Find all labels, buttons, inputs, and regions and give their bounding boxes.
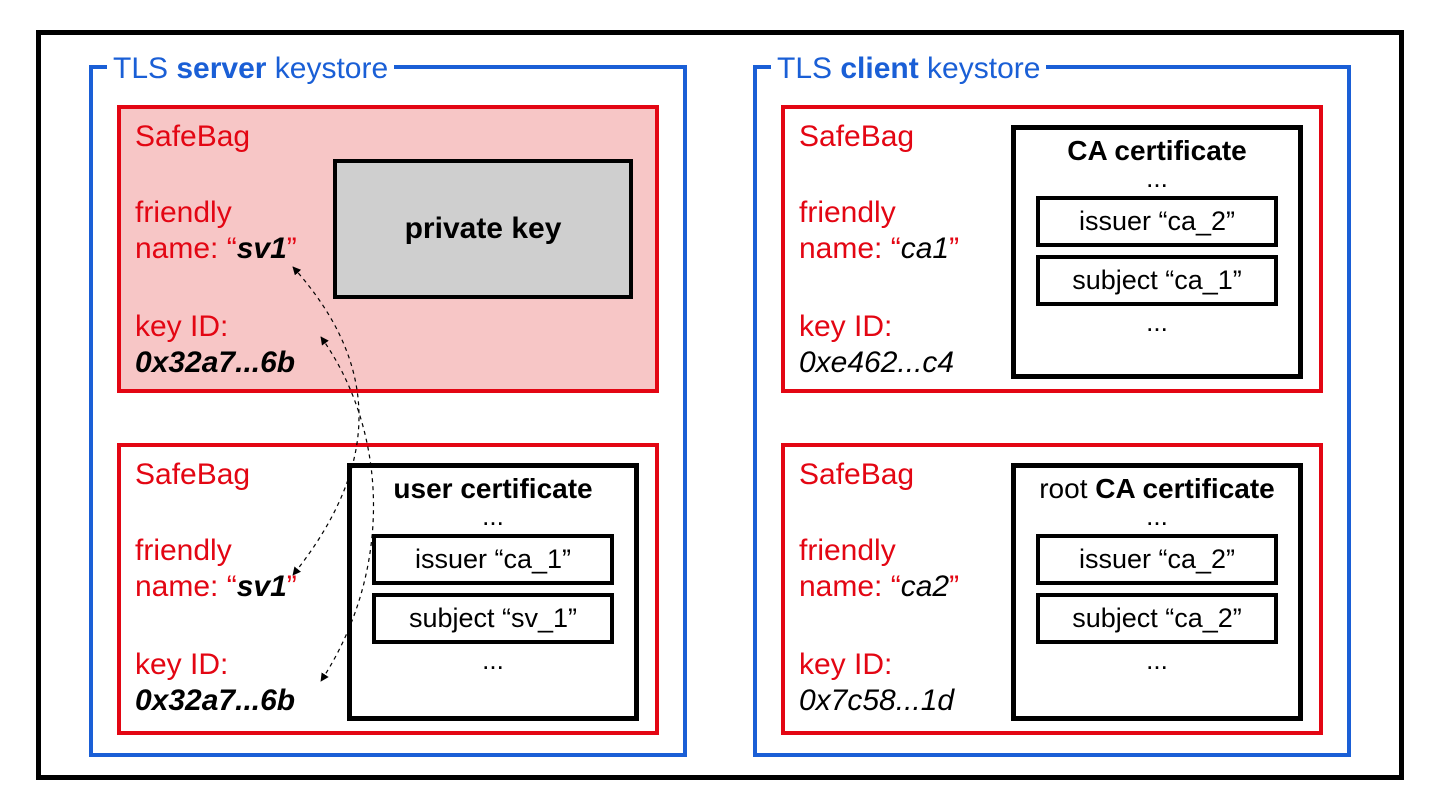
safebag-label: SafeBag bbox=[135, 457, 250, 493]
title-prefix: TLS bbox=[777, 52, 840, 85]
friendly-label: friendly bbox=[135, 196, 232, 229]
server-keystore-title: TLS server keystore bbox=[107, 51, 394, 87]
client-keystore: TLS client keystore SafeBag friendly nam… bbox=[753, 65, 1351, 757]
ca-certificate-box: CA certificate ... issuer “ca_2” subject… bbox=[1011, 125, 1303, 379]
keyid-value: 0x32a7...6b bbox=[135, 346, 295, 379]
keyid-label: key ID: bbox=[135, 310, 228, 343]
outer-frame: TLS server keystore SafeBag friendly nam… bbox=[36, 30, 1404, 780]
keyid-value: 0xe462...c4 bbox=[799, 346, 954, 379]
server-keystore: TLS server keystore SafeBag friendly nam… bbox=[89, 65, 687, 757]
dots-icon: ... bbox=[366, 506, 620, 526]
name-prefix: name: “ bbox=[135, 232, 237, 265]
friendly-name-field: friendly name: “ca2” bbox=[799, 533, 959, 605]
title-prefix: TLS bbox=[113, 52, 176, 85]
user-certificate-box: user certificate ... issuer “ca_1” subje… bbox=[347, 463, 639, 721]
friendly-label: friendly bbox=[135, 534, 232, 567]
dots-icon: ... bbox=[366, 650, 620, 670]
friendly-name-value: sv1 bbox=[237, 570, 287, 603]
private-key-box: private key bbox=[333, 159, 633, 299]
cert-title: root CA certificate bbox=[1030, 474, 1284, 504]
friendly-label: friendly bbox=[799, 534, 896, 567]
cert-title: user certificate bbox=[366, 474, 620, 504]
friendly-name-field: friendly name: “sv1” bbox=[135, 195, 297, 267]
issuer-box: issuer “ca_2” bbox=[1036, 534, 1278, 585]
diagram-canvas: TLS server keystore SafeBag friendly nam… bbox=[0, 0, 1440, 810]
name-suffix: ” bbox=[287, 232, 297, 265]
subject-box: subject “ca_1” bbox=[1036, 255, 1278, 306]
name-prefix: name: “ bbox=[799, 570, 901, 603]
issuer-box: issuer “ca_1” bbox=[372, 534, 614, 585]
private-key-label: private key bbox=[405, 212, 562, 246]
keyid-label: key ID: bbox=[135, 648, 228, 681]
dots-icon: ... bbox=[1030, 168, 1284, 188]
friendly-name-value: ca1 bbox=[901, 232, 949, 265]
client-keystore-title: TLS client keystore bbox=[771, 51, 1046, 87]
safebag-label: SafeBag bbox=[799, 119, 914, 155]
client-safebag-rootca: SafeBag friendly name: “ca2” key ID: 0x7… bbox=[781, 443, 1323, 735]
title-suffix: keystore bbox=[266, 52, 388, 85]
subject-box: subject “sv_1” bbox=[372, 593, 614, 644]
subject-box: subject “ca_2” bbox=[1036, 593, 1278, 644]
safebag-label: SafeBag bbox=[799, 457, 914, 493]
safebag-label: SafeBag bbox=[135, 119, 250, 155]
keyid-label: key ID: bbox=[799, 648, 892, 681]
dots-icon: ... bbox=[1030, 506, 1284, 526]
friendly-name-field: friendly name: “sv1” bbox=[135, 533, 297, 605]
keyid-field: key ID: 0xe462...c4 bbox=[799, 309, 954, 381]
name-suffix: ” bbox=[949, 232, 959, 265]
name-prefix: name: “ bbox=[799, 232, 901, 265]
title-bold: server bbox=[176, 52, 266, 85]
cert-title-lite: root bbox=[1039, 473, 1095, 504]
title-bold: client bbox=[840, 52, 918, 85]
keyid-label: key ID: bbox=[799, 310, 892, 343]
cert-title-bold: CA certificate bbox=[1095, 473, 1274, 504]
client-safebag-ca: SafeBag friendly name: “ca1” key ID: 0xe… bbox=[781, 105, 1323, 393]
name-prefix: name: “ bbox=[135, 570, 237, 603]
keyid-field: key ID: 0x32a7...6b bbox=[135, 309, 295, 381]
friendly-name-field: friendly name: “ca1” bbox=[799, 195, 959, 267]
friendly-name-value: sv1 bbox=[237, 232, 287, 265]
keyid-field: key ID: 0x32a7...6b bbox=[135, 647, 295, 719]
name-suffix: ” bbox=[949, 570, 959, 603]
keyid-value: 0x7c58...1d bbox=[799, 684, 954, 717]
cert-title: CA certificate bbox=[1030, 136, 1284, 166]
server-safebag-privkey: SafeBag friendly name: “sv1” key ID: 0x3… bbox=[117, 105, 659, 393]
dots-icon: ... bbox=[1030, 312, 1284, 332]
name-suffix: ” bbox=[287, 570, 297, 603]
root-ca-certificate-box: root CA certificate ... issuer “ca_2” su… bbox=[1011, 463, 1303, 721]
server-safebag-usercert: SafeBag friendly name: “sv1” key ID: 0x3… bbox=[117, 443, 659, 735]
keyid-field: key ID: 0x7c58...1d bbox=[799, 647, 954, 719]
friendly-name-value: ca2 bbox=[901, 570, 949, 603]
title-suffix: keystore bbox=[919, 52, 1041, 85]
friendly-label: friendly bbox=[799, 196, 896, 229]
issuer-box: issuer “ca_2” bbox=[1036, 196, 1278, 247]
keyid-value: 0x32a7...6b bbox=[135, 684, 295, 717]
dots-icon: ... bbox=[1030, 650, 1284, 670]
